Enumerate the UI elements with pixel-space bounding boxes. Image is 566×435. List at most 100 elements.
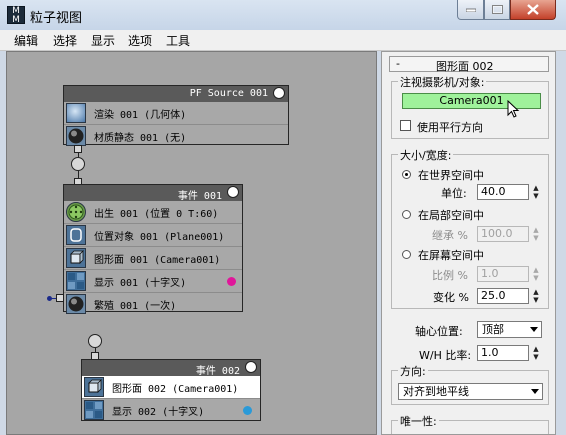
title-bar: MM 粒子视图	[0, 0, 566, 30]
operator-label: 出生 001 (位置 0 T:60)	[94, 209, 219, 220]
input-socket[interactable]	[88, 334, 102, 348]
node-header[interactable]: PF Source 001	[64, 86, 288, 102]
local-space-radio[interactable]	[402, 210, 411, 219]
menu-bar: 编辑 选择 显示 选项 工具	[0, 30, 566, 51]
spawn-icon	[66, 294, 86, 314]
rollout-toggle[interactable]: -	[396, 57, 400, 70]
group-label: 唯一性:	[398, 413, 439, 429]
units-label: 单位:	[441, 187, 467, 200]
input-socket[interactable]	[71, 157, 85, 171]
orientation-value: 对齐到地平线	[403, 385, 469, 398]
wh-ratio-input[interactable]: 1.0	[477, 345, 529, 361]
operator-label: 位置对象 001 (Plane001)	[94, 232, 225, 243]
operator-row[interactable]: 显示 002 (十字叉)	[82, 399, 260, 421]
parallel-direction-checkbox[interactable]	[400, 120, 411, 131]
operator-row[interactable]: 材质静态 001 (无)	[64, 125, 288, 147]
menu-tools[interactable]: 工具	[166, 32, 190, 49]
operator-label: 显示 002 (十字叉)	[112, 407, 205, 418]
operator-label: 图形面 001 (Camera001)	[94, 255, 221, 266]
pivot-label: 轴心位置:	[415, 325, 463, 338]
node-title: PF Source 001	[189, 88, 268, 99]
menu-options[interactable]: 选项	[128, 32, 152, 49]
operator-row[interactable]: 渲染 001 (几何体)	[64, 102, 288, 125]
panel-scroll-strip[interactable]	[556, 51, 566, 435]
wh-ratio-label: W/H 比率:	[419, 349, 472, 362]
inherit-spinner[interactable]: ▲ ▼	[531, 226, 541, 242]
units-input[interactable]: 40.0	[477, 184, 529, 200]
parameters-panel: - 图形面 002 注视摄影机/对象: Camera001 使用平行方向 大小/…	[381, 51, 556, 435]
group-label: 大小/宽度:	[398, 147, 454, 163]
operator-label: 繁殖 001 (一次)	[94, 301, 177, 312]
operator-label: 渲染 001 (几何体)	[94, 110, 187, 121]
group-label: 注视摄影机/对象:	[398, 74, 487, 90]
display-icon	[66, 271, 86, 291]
proportion-label: 比例 %	[432, 269, 468, 282]
display-color-swatch	[227, 277, 236, 286]
pivot-dropdown[interactable]: 顶部	[477, 321, 542, 338]
operator-row[interactable]: 出生 001 (位置 0 T:60)	[64, 201, 242, 224]
minimize-icon	[465, 8, 476, 12]
app-icon: MM	[7, 6, 25, 25]
chevron-down-icon	[531, 389, 539, 394]
light-bulb-icon[interactable]	[227, 186, 239, 198]
close-icon	[527, 4, 539, 15]
chevron-down-icon	[530, 327, 538, 332]
inherit-label: 继承 %	[432, 229, 468, 242]
node-title: 事件 002	[195, 366, 240, 377]
operator-label: 图形面 002 (Camera001)	[112, 384, 239, 395]
window-title: 粒子视图	[30, 11, 83, 26]
operator-row[interactable]: 位置对象 001 (Plane001)	[64, 224, 242, 247]
uniqueness-group: 唯一性:	[391, 413, 549, 434]
screen-space-label: 在屏幕空间中	[418, 249, 484, 262]
material-static-icon	[66, 126, 86, 146]
maximize-icon	[491, 5, 503, 14]
event-001-node[interactable]: 事件 001 出生 001 (位置 0 T:60) 位置对象 001 (Plan…	[63, 184, 243, 315]
variation-spinner[interactable]: ▲ ▼	[531, 288, 541, 304]
pf-source-node[interactable]: PF Source 001 渲染 001 (几何体) 材质静态 001 (无)	[63, 85, 289, 147]
node-header[interactable]: 事件 001	[64, 185, 242, 202]
display-color-swatch	[243, 406, 252, 415]
node-title: 事件 001	[177, 191, 222, 202]
operator-row[interactable]: 图形面 001 (Camera001)	[64, 247, 242, 270]
event-002-node[interactable]: 事件 002 图形面 002 (Camera001) 显示 002 (十字叉)	[81, 359, 261, 421]
maximize-button[interactable]	[484, 0, 510, 20]
world-space-radio[interactable]	[402, 170, 411, 179]
world-space-label: 在世界空间中	[418, 169, 484, 182]
variation-label: 变化 %	[433, 291, 469, 304]
screen-space-radio[interactable]	[402, 250, 411, 259]
group-label: 方向:	[398, 363, 428, 379]
display-icon	[84, 400, 104, 420]
particle-graph[interactable]: PF Source 001 渲染 001 (几何体) 材质静态 001 (无) …	[6, 51, 377, 435]
orientation-dropdown[interactable]: 对齐到地平线	[398, 383, 543, 400]
menu-display[interactable]: 显示	[91, 32, 115, 49]
mouse-cursor-icon	[507, 100, 520, 118]
light-bulb-icon[interactable]	[245, 361, 257, 373]
operator-row[interactable]: 显示 001 (十字叉)	[64, 270, 242, 293]
operator-row-selected[interactable]: 图形面 002 (Camera001)	[82, 376, 260, 399]
inherit-input[interactable]: 100.0	[477, 226, 529, 242]
light-bulb-icon[interactable]	[273, 87, 285, 99]
shape-facing-icon	[84, 377, 104, 397]
operator-label: 材质静态 001 (无)	[94, 133, 187, 144]
operator-row[interactable]: 繁殖 001 (一次)	[64, 293, 242, 315]
menu-select[interactable]: 选择	[53, 32, 77, 49]
pivot-value: 顶部	[482, 323, 504, 336]
local-space-label: 在局部空间中	[418, 209, 484, 222]
menu-edit[interactable]: 编辑	[14, 32, 38, 49]
parallel-direction-label: 使用平行方向	[417, 121, 483, 134]
proportion-spinner[interactable]: ▲ ▼	[531, 266, 541, 282]
node-header[interactable]: 事件 002	[82, 360, 260, 377]
position-object-icon	[66, 225, 86, 245]
output-socket[interactable]	[56, 294, 64, 302]
minimize-button[interactable]	[457, 0, 484, 20]
operator-label: 显示 001 (十字叉)	[94, 278, 187, 289]
proportion-input[interactable]: 1.0	[477, 266, 529, 282]
rollout-title: 图形面 002	[436, 60, 494, 73]
close-button[interactable]	[510, 0, 556, 20]
wh-ratio-spinner[interactable]: ▲ ▼	[531, 345, 541, 361]
rollout-header[interactable]: - 图形面 002	[389, 56, 549, 73]
variation-input[interactable]: 25.0	[477, 288, 529, 304]
shape-facing-icon	[66, 248, 86, 268]
birth-icon	[66, 202, 86, 222]
units-spinner[interactable]: ▲ ▼	[531, 184, 541, 200]
